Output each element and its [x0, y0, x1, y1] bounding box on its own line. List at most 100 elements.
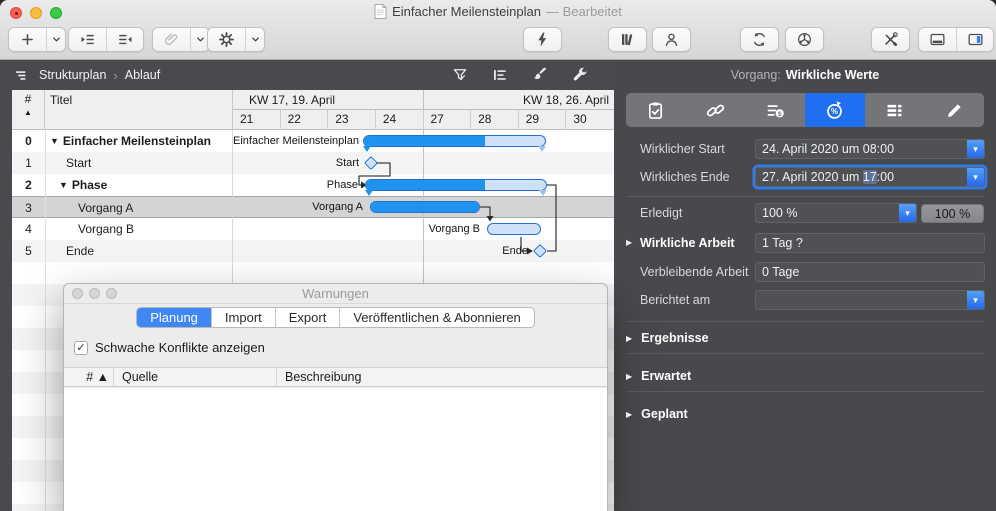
gear-icon — [218, 31, 235, 48]
gantt-bar-label: Phase — [233, 179, 358, 191]
brush-button[interactable] — [528, 63, 552, 87]
gantt-bar-label: Ende — [233, 245, 528, 257]
weak-conflicts-row: ✓ Schwache Konflikte anzeigen — [74, 340, 265, 355]
field-value: 0 Tage — [756, 265, 984, 279]
field-wirkliches-ende[interactable]: 27. April 2020 um 17:00▾ — [755, 167, 985, 187]
actions-button[interactable] — [208, 28, 245, 51]
column-header-number[interactable]: # ▲ — [12, 90, 45, 130]
field-wirklicher-start[interactable]: 24. April 2020 um 08:00▾ — [755, 139, 985, 159]
toolbar-group — [608, 27, 647, 52]
breadcrumb-ablauf[interactable]: Ablauf — [125, 68, 160, 82]
section-ergebnisse[interactable]: ▶Ergebnisse — [626, 328, 709, 350]
add-menu-button[interactable] — [46, 28, 65, 51]
task-bar[interactable] — [487, 223, 541, 235]
outdent-button[interactable] — [106, 28, 143, 51]
inspector-tab-pencil[interactable] — [924, 93, 984, 127]
warnings-zoom-button[interactable] — [106, 288, 117, 299]
day-header-21: 21 — [233, 110, 281, 130]
warnings-tab-import[interactable]: Import — [211, 308, 275, 327]
disclosure-triangle-icon[interactable]: ▶ — [626, 233, 632, 253]
summary-end-tick — [538, 146, 546, 152]
dropdown-chevron-icon[interactable]: ▾ — [967, 140, 984, 158]
outline-button[interactable] — [488, 63, 512, 87]
disclosure-triangle-icon[interactable]: ▶ — [626, 372, 632, 381]
breadcrumb-strukturplan[interactable]: Strukturplan — [39, 68, 106, 82]
weak-conflicts-checkbox[interactable]: ✓ — [74, 341, 88, 355]
conflicts-button[interactable] — [524, 28, 561, 51]
summary-bar[interactable] — [363, 135, 546, 147]
panel-bottom-button[interactable] — [919, 28, 956, 51]
window-title: Einfacher Meilensteinplan — [392, 4, 541, 19]
dropdown-chevron-icon[interactable]: ▾ — [967, 291, 984, 309]
warnings-minimize-button[interactable] — [89, 288, 100, 299]
row-title: Start — [45, 152, 233, 174]
library-button[interactable] — [609, 28, 646, 51]
column-header-title[interactable]: Titel — [45, 90, 233, 130]
section-geplant[interactable]: ▶Geplant — [626, 404, 688, 426]
actions-menu-button[interactable] — [245, 28, 264, 51]
warnings-tab-export[interactable]: Export — [275, 308, 340, 327]
inspector-separator — [626, 321, 984, 322]
field-wirkliche-arbeit[interactable]: 1 Tag ? — [755, 233, 985, 253]
window-edited-suffix: — Bearbeitet — [546, 4, 622, 19]
toolbar-group — [8, 27, 66, 52]
wrench-button[interactable] — [568, 63, 592, 87]
brush-icon — [531, 66, 549, 84]
dropdown-chevron-icon[interactable]: ▾ — [967, 168, 984, 186]
warnings-table-body[interactable] — [64, 388, 607, 511]
inspector-tab-percent-clock[interactable]: % — [805, 93, 865, 127]
disclosure-triangle-icon[interactable]: ▶ — [626, 410, 632, 419]
inspector-tab-costs[interactable]: $ — [745, 93, 805, 127]
svg-text:%: % — [831, 107, 838, 116]
warnings-titlebar[interactable]: Warnungen — [64, 284, 607, 304]
warnings-dialog: Warnungen PlanungImportExportVeröffentli… — [63, 283, 608, 511]
lightning-icon — [534, 31, 551, 48]
paperclip-icon — [163, 31, 180, 48]
list-settings-icon — [884, 100, 905, 121]
warnings-table-header[interactable]: # ▲QuelleBeschreibung — [64, 367, 607, 387]
add-button[interactable] — [9, 28, 46, 51]
disclosure-triangle-icon[interactable]: ▼ — [50, 136, 59, 146]
field-erledigt[interactable]: 100 %▾ — [755, 203, 917, 223]
network-button[interactable] — [786, 28, 823, 51]
row-title: ▼Einfacher Meilensteinplan — [45, 130, 233, 153]
field-berichtet-am[interactable]: ▾ — [755, 290, 985, 310]
window-titlebar: Einfacher Meilensteinplan — Bearbeitet — [0, 0, 996, 22]
timeline-day-header[interactable]: 2122232427282930 — [233, 110, 614, 130]
timeline-week-header[interactable]: KW 17, 19. April KW 18, 26. April — [233, 90, 614, 110]
table-row-empty[interactable] — [12, 262, 614, 284]
row-number: 1 — [12, 152, 45, 174]
day-header-29: 29 — [519, 110, 567, 130]
warnings-tab-ver-ffentlichen-abonnieren[interactable]: Veröffentlichen & Abonnieren — [339, 308, 533, 327]
disclosure-triangle-icon[interactable]: ▼ — [59, 180, 68, 190]
warnings-close-button[interactable] — [72, 288, 83, 299]
chevron-down-icon — [194, 33, 207, 46]
section-erwartet[interactable]: ▶Erwartet — [626, 366, 691, 388]
warnings-column-number[interactable]: # ▲ — [64, 368, 114, 386]
warnings-column-quelle[interactable]: Quelle — [114, 368, 277, 386]
task-bar[interactable] — [370, 201, 480, 213]
summary-bar[interactable] — [365, 179, 547, 191]
field-verbleibende-arbeit[interactable]: 0 Tage — [755, 262, 985, 282]
inspector-context: Vorgang: — [731, 68, 781, 82]
disclosure-triangle-icon[interactable]: ▶ — [626, 334, 632, 343]
set-100-percent-button[interactable]: 100 % — [921, 204, 984, 223]
warnings-tab-planung[interactable]: Planung — [137, 308, 211, 327]
chevron-down-icon — [50, 33, 63, 46]
resources-button[interactable] — [653, 28, 690, 51]
inspector-tab-clipboard-check[interactable] — [626, 93, 686, 127]
sync-button[interactable] — [741, 28, 778, 51]
document-proxy-icon[interactable] — [374, 4, 387, 19]
tools-button[interactable] — [872, 28, 909, 51]
inspector-tab-list-settings[interactable] — [865, 93, 925, 127]
row-number: 3 — [12, 197, 45, 219]
panel-right-button[interactable] — [956, 28, 993, 51]
summary-end-tick — [363, 146, 371, 152]
filter-button[interactable] — [448, 63, 472, 87]
progress-fill — [366, 180, 485, 190]
inspector-tab-link[interactable] — [686, 93, 746, 127]
indent-button[interactable] — [69, 28, 106, 51]
attach-button[interactable] — [153, 28, 190, 51]
warnings-column-beschreibung[interactable]: Beschreibung — [277, 368, 607, 386]
dropdown-chevron-icon[interactable]: ▾ — [899, 204, 916, 222]
